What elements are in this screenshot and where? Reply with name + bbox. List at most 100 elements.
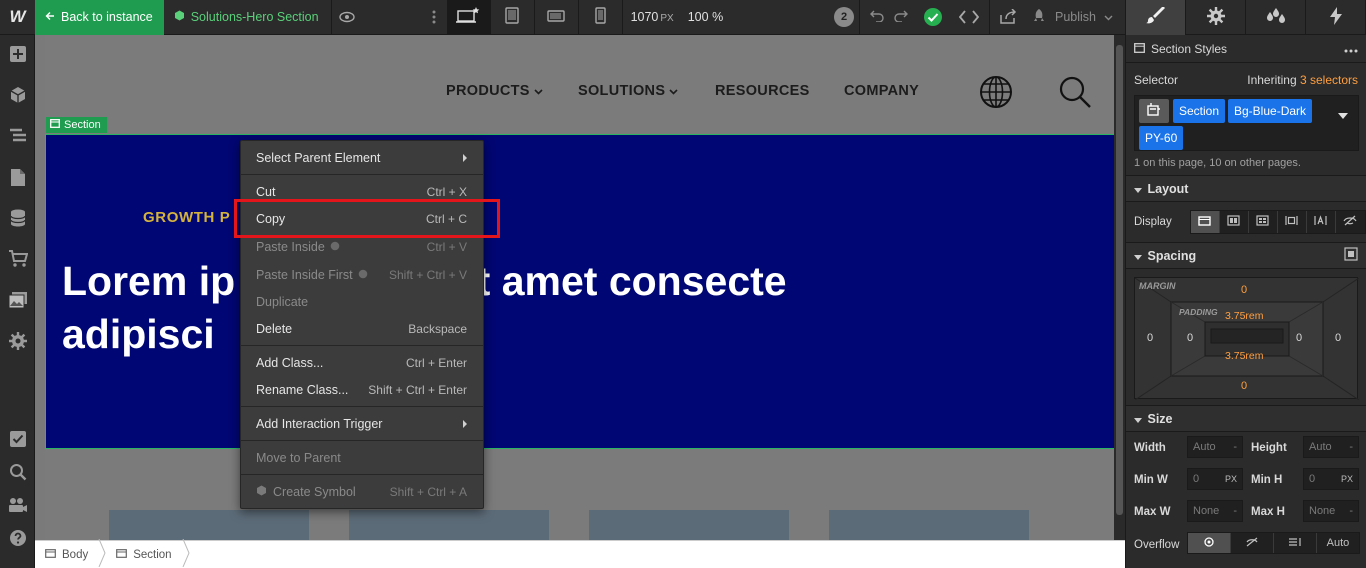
selector-state-button[interactable] xyxy=(1139,99,1169,123)
search-icon[interactable] xyxy=(1058,75,1092,112)
card-image[interactable] xyxy=(589,510,789,540)
check-status-icon[interactable] xyxy=(917,0,949,35)
nav-item-resources[interactable]: RESOURCES xyxy=(715,83,810,99)
card-image[interactable] xyxy=(829,510,1029,540)
more-vertical-icon[interactable] xyxy=(422,0,447,35)
card-image[interactable] xyxy=(349,510,549,540)
min-height-input[interactable]: 0 PX xyxy=(1303,468,1359,490)
overflow-hidden-button[interactable] xyxy=(1230,533,1273,553)
ctx-select-parent[interactable]: Select Parent Element xyxy=(241,144,483,171)
breadcrumb-body[interactable]: Body xyxy=(35,541,98,568)
margin-top-value[interactable]: 0 xyxy=(1241,284,1247,296)
padding-left-value[interactable]: 0 xyxy=(1187,332,1193,344)
search-panel-button[interactable] xyxy=(0,457,35,490)
display-grid-button[interactable] xyxy=(1249,211,1278,233)
spacing-section-header[interactable]: Spacing xyxy=(1126,242,1366,269)
selector-chip-py-60[interactable]: PY-60 xyxy=(1139,126,1184,150)
zoom-level[interactable]: 100 % xyxy=(688,10,723,24)
pages-panel-button[interactable] xyxy=(0,158,35,199)
overflow-visible-button[interactable] xyxy=(1188,533,1230,553)
nav-item-solutions[interactable]: SOLUTIONS xyxy=(578,83,678,99)
mobile-landscape-breakpoint-button[interactable] xyxy=(535,0,579,35)
height-input[interactable]: Auto - xyxy=(1303,436,1359,458)
layout-section-header[interactable]: Layout xyxy=(1126,175,1366,202)
card-image[interactable] xyxy=(109,510,309,540)
selector-chip-section[interactable]: Section xyxy=(1173,99,1226,123)
ctx-move-to-parent[interactable]: Move to Parent xyxy=(241,444,483,471)
help-button[interactable] xyxy=(0,523,35,556)
export-icon[interactable] xyxy=(989,0,1025,35)
display-inline-button[interactable] xyxy=(1307,211,1336,233)
ecommerce-panel-button[interactable] xyxy=(0,240,35,281)
display-inline-block-button[interactable] xyxy=(1278,211,1307,233)
margin-right-value[interactable]: 0 xyxy=(1335,332,1341,344)
padding-bottom-value[interactable]: 3.75rem xyxy=(1225,350,1264,362)
desktop-breakpoint-button[interactable] xyxy=(446,0,491,35)
symbols-panel-button[interactable] xyxy=(0,76,35,117)
globe-icon[interactable] xyxy=(979,75,1013,112)
undo-icon[interactable] xyxy=(869,10,884,25)
more-horizontal-icon[interactable] xyxy=(1344,42,1358,56)
ctx-delete[interactable]: Delete Backspace xyxy=(241,315,483,342)
ctx-rename-class[interactable]: Rename Class... Shift + Ctrl + Enter xyxy=(241,376,483,403)
min-width-label: Min W xyxy=(1134,474,1168,486)
back-to-instance-button[interactable]: Back to instance xyxy=(35,0,164,35)
min-width-unit[interactable]: PX xyxy=(1225,474,1237,484)
ctx-add-interaction-trigger[interactable]: Add Interaction Trigger xyxy=(241,410,483,437)
overflow-auto-button[interactable]: Auto xyxy=(1316,533,1359,553)
display-none-button[interactable] xyxy=(1336,211,1365,233)
ctx-add-class[interactable]: Add Class... Ctrl + Enter xyxy=(241,349,483,376)
tab-settings[interactable] xyxy=(1186,0,1246,35)
selector-chip-bg-blue-dark[interactable]: Bg-Blue-Dark xyxy=(1228,99,1313,123)
ctx-create-symbol[interactable]: Create Symbol Shift + Ctrl + A xyxy=(241,478,483,505)
tab-interactions[interactable] xyxy=(1306,0,1366,35)
redo-icon[interactable] xyxy=(893,10,908,25)
max-width-input[interactable]: None - xyxy=(1187,500,1243,522)
tablet-breakpoint-button[interactable] xyxy=(491,0,535,35)
min-height-unit[interactable]: PX xyxy=(1341,474,1353,484)
caret-down-icon[interactable] xyxy=(1338,108,1348,122)
display-options xyxy=(1189,210,1366,234)
display-flex-button[interactable] xyxy=(1220,211,1249,233)
settings-panel-button[interactable] xyxy=(0,322,35,363)
padding-right-value[interactable]: 0 xyxy=(1296,332,1302,344)
mobile-portrait-breakpoint-button[interactable] xyxy=(579,0,623,35)
audit-panel-button[interactable] xyxy=(0,424,35,457)
canvas-scrollbar[interactable] xyxy=(1114,35,1125,540)
ctx-shortcut: Shift + Ctrl + A xyxy=(389,484,467,499)
hero-section[interactable]: GROWTH P Lorem ip r sit amet consecte adi… xyxy=(45,134,1115,449)
design-canvas[interactable]: PRODUCTS SOLUTIONS RESOURCES COMPANY Sec… xyxy=(35,35,1125,540)
spacing-mode-icon[interactable] xyxy=(1344,247,1358,264)
nav-item-products[interactable]: PRODUCTS xyxy=(446,83,543,99)
overflow-scroll-button[interactable] xyxy=(1273,533,1316,553)
webflow-logo[interactable]: W xyxy=(0,0,35,35)
max-height-input[interactable]: None - xyxy=(1303,500,1359,522)
nav-item-company[interactable]: COMPANY xyxy=(844,83,919,99)
min-width-input[interactable]: 0 PX xyxy=(1187,468,1243,490)
publish-button[interactable]: Publish xyxy=(1025,0,1125,35)
inheriting-count[interactable]: 3 selectors xyxy=(1300,73,1358,87)
site-navbar[interactable]: PRODUCTS SOLUTIONS RESOURCES COMPANY xyxy=(45,35,1115,135)
ctx-paste-inside-first[interactable]: Paste Inside First Shift + Ctrl + V xyxy=(241,261,483,288)
selector-chips[interactable]: Section Bg-Blue-Dark PY-60 xyxy=(1134,95,1359,151)
margin-left-value[interactable]: 0 xyxy=(1147,332,1153,344)
code-icon[interactable] xyxy=(949,0,989,35)
padding-top-value[interactable]: 3.75rem xyxy=(1225,310,1264,322)
margin-bottom-value[interactable]: 0 xyxy=(1241,380,1247,392)
assets-panel-button[interactable] xyxy=(0,281,35,322)
size-section-header[interactable]: Size xyxy=(1126,405,1366,432)
ctx-duplicate[interactable]: Duplicate xyxy=(241,288,483,315)
breadcrumb-section[interactable]: Section xyxy=(106,541,181,568)
scroll-thumb[interactable] xyxy=(1116,45,1123,515)
video-tutorials-button[interactable] xyxy=(0,490,35,523)
tab-style-manager[interactable] xyxy=(1246,0,1306,35)
cms-panel-button[interactable] xyxy=(0,199,35,240)
display-block-button[interactable] xyxy=(1190,211,1220,233)
navigator-panel-button[interactable] xyxy=(0,117,35,158)
add-panel-button[interactable] xyxy=(0,35,35,76)
symbol-icon xyxy=(174,10,185,24)
preview-eye-icon[interactable] xyxy=(332,0,362,35)
pending-changes-badge[interactable]: 2 xyxy=(829,0,859,35)
width-input[interactable]: Auto - xyxy=(1187,436,1243,458)
tab-style[interactable] xyxy=(1126,0,1186,35)
